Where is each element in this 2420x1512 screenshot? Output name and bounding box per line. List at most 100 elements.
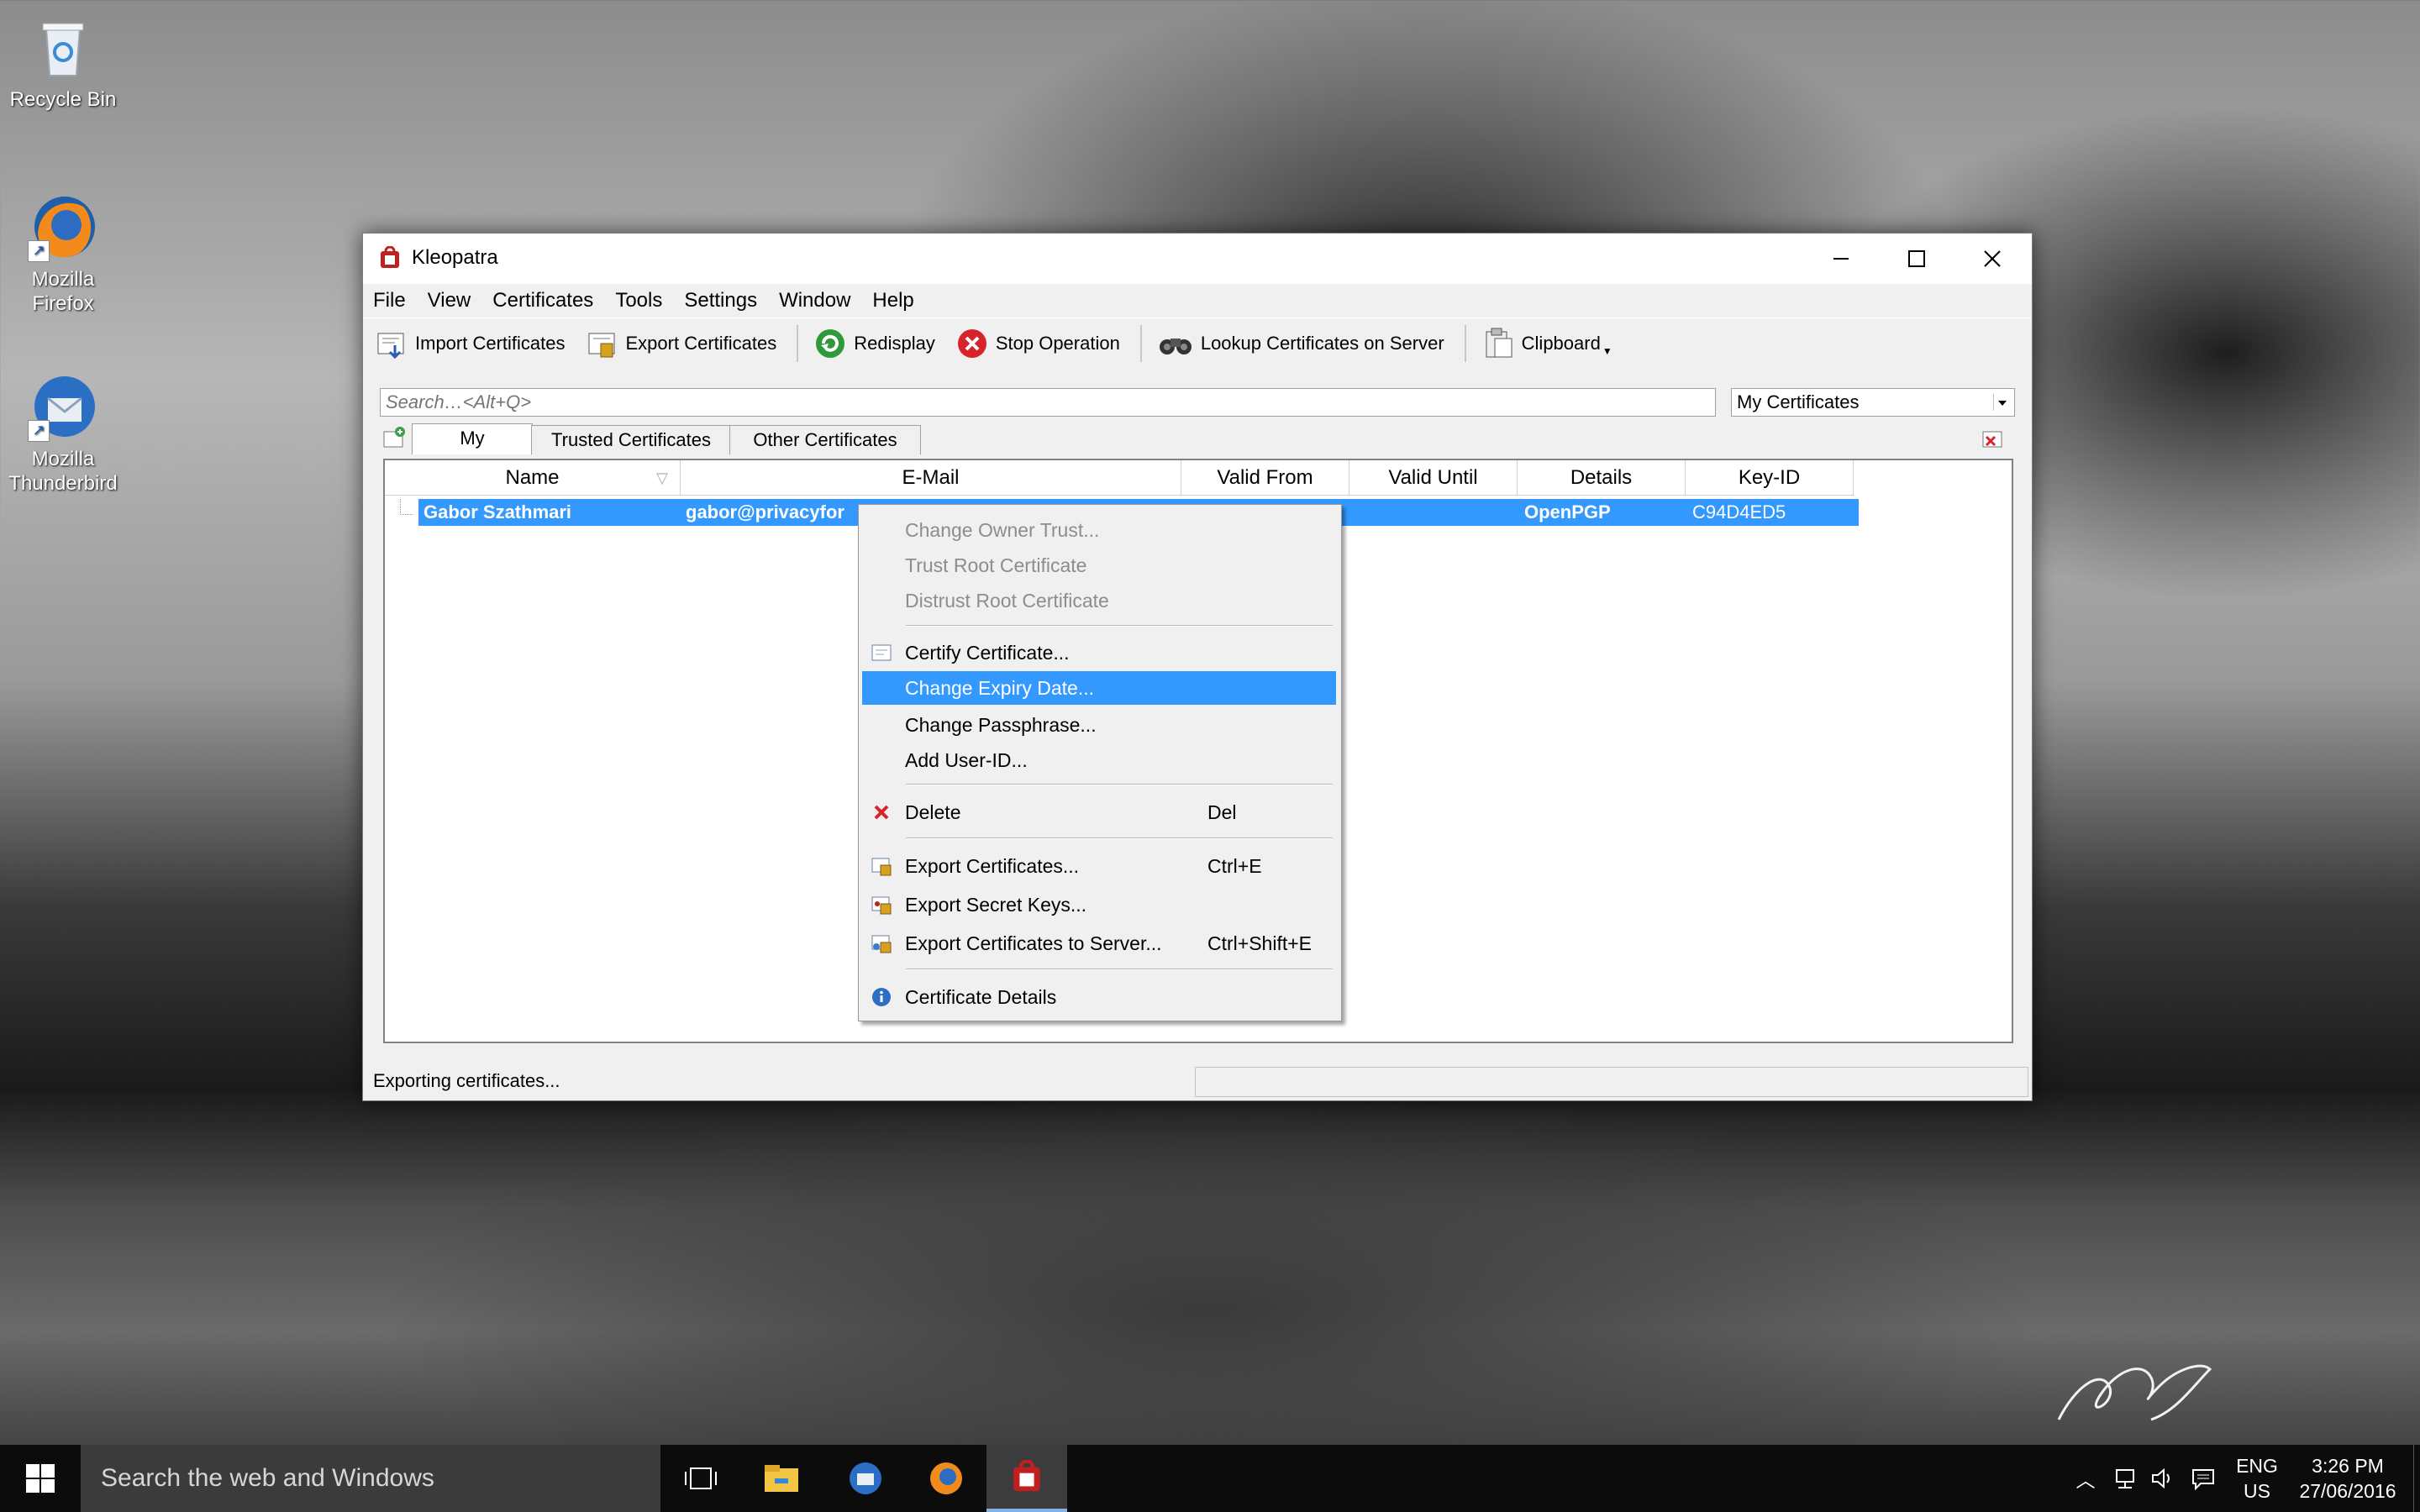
chevron-up-icon: ︿: [2075, 1469, 2096, 1491]
tab-trusted-certificates[interactable]: Trusted Certificates: [531, 425, 731, 454]
new-tab-button[interactable]: [381, 425, 407, 450]
close-button[interactable]: [1954, 234, 2030, 284]
maximize-button[interactable]: [1879, 234, 1954, 284]
menu-tools[interactable]: Tools: [615, 289, 662, 312]
photographer-signature: [2057, 1364, 2212, 1421]
menu-certificates[interactable]: Certificates: [492, 289, 593, 312]
menu-view[interactable]: View: [428, 289, 471, 312]
input-language-button[interactable]: ENG US: [2228, 1445, 2286, 1512]
progress-bar: [1195, 1067, 2028, 1097]
certificate-filter-select[interactable]: My Certificates: [1731, 388, 2015, 417]
export-certificates-icon: [588, 333, 614, 358]
menu-item-change-owner-trust[interactable]: Change Owner Trust...: [862, 513, 1336, 547]
shortcut-arrow-icon: ↗: [28, 420, 50, 442]
minimize-icon: [1833, 258, 1849, 260]
cell-valid-until: [1355, 499, 1514, 526]
recycle-bin-label: Recycle Bin: [9, 88, 117, 111]
menu-window[interactable]: Window: [779, 289, 850, 312]
clock-button[interactable]: 3:26 PM 27/06/2016: [2291, 1445, 2405, 1512]
menu-item-export-certificates[interactable]: Export Certificates... Ctrl+E: [862, 849, 1336, 883]
menu-item-export-secret-keys[interactable]: Export Secret Keys...: [862, 888, 1336, 921]
menu-file[interactable]: File: [373, 289, 406, 312]
menu-item-label: Export Certificates...: [905, 855, 1080, 877]
file-explorer-button[interactable]: [741, 1445, 822, 1512]
menu-item-change-expiry-date[interactable]: Change Expiry Date...: [862, 671, 1336, 705]
toolbar-separator: [1464, 325, 1466, 362]
column-header-valid-from[interactable]: Valid From: [1181, 460, 1349, 496]
lookup-certificates-button[interactable]: Lookup Certificates on Server: [1157, 327, 1444, 360]
menu-item-certify-certificate[interactable]: Certify Certificate...: [862, 636, 1336, 669]
dropdown-arrow-icon[interactable]: ▼: [1602, 345, 1612, 357]
search-row: My Certificates: [380, 388, 2017, 422]
menu-item-shortcut: Del: [1207, 801, 1237, 823]
export-to-server-icon: [871, 935, 892, 953]
region-label: US: [2244, 1480, 2270, 1502]
menu-item-delete[interactable]: Delete Del: [862, 795, 1336, 829]
menu-item-change-passphrase[interactable]: Change Passphrase...: [862, 708, 1336, 742]
clock-date: 27/06/2016: [2299, 1480, 2396, 1502]
stop-icon: [957, 329, 986, 358]
column-header-details[interactable]: Details: [1518, 460, 1686, 496]
menu-settings[interactable]: Settings: [684, 289, 757, 312]
menu-bar: File View Certificates Tools Settings Wi…: [363, 284, 2032, 318]
column-header-email[interactable]: E-Mail: [681, 460, 1181, 496]
menu-item-certificate-details[interactable]: Certificate Details: [862, 980, 1336, 1014]
clock-time: 3:26 PM: [2312, 1455, 2384, 1477]
delete-icon: [874, 805, 889, 820]
context-menu: Change Owner Trust... Trust Root Certifi…: [858, 504, 1342, 1021]
tab-my-certificates[interactable]: My Certificates: [412, 423, 533, 477]
action-center-button[interactable]: [2185, 1445, 2222, 1512]
firefox-desktop-icon[interactable]: ↗ Mozilla Firefox: [0, 192, 126, 316]
export-certificates-button[interactable]: Export Certificates: [586, 327, 776, 360]
kleopatra-taskbar-button[interactable]: [986, 1445, 1067, 1512]
clipboard-button[interactable]: Clipboard ▼: [1481, 327, 1612, 360]
volume-button[interactable]: [2144, 1445, 2181, 1512]
window-title: Kleopatra: [412, 246, 498, 269]
menu-item-label: Export Certificates to Server...: [905, 932, 1162, 954]
close-icon: [1984, 250, 2001, 267]
tab-other-certificates[interactable]: Other Certificates: [729, 425, 921, 454]
column-label: Valid From: [1217, 466, 1313, 489]
shortcut-arrow-icon: ↗: [28, 240, 50, 262]
minimize-button[interactable]: [1803, 234, 1879, 284]
export-certificates-icon: [871, 858, 892, 876]
network-icon: [2116, 1469, 2134, 1488]
menu-item-label: Export Secret Keys...: [905, 894, 1087, 916]
menu-item-trust-root[interactable]: Trust Root Certificate: [862, 549, 1336, 582]
thunderbird-desktop-icon[interactable]: ↗ Mozilla Thunderbird: [0, 371, 126, 496]
close-tab-button[interactable]: [1980, 427, 2005, 450]
menu-item-add-user-id[interactable]: Add User-ID...: [862, 743, 1336, 777]
import-certificates-button[interactable]: Import Certificates: [375, 327, 566, 360]
show-hidden-icons-button[interactable]: ︿: [2067, 1445, 2104, 1512]
recycle-bin-desktop-icon[interactable]: Recycle Bin: [0, 12, 126, 112]
title-bar[interactable]: Kleopatra: [363, 234, 2032, 284]
show-desktop-button[interactable]: [2413, 1445, 2420, 1512]
column-header-valid-until[interactable]: Valid Until: [1349, 460, 1518, 496]
menu-item-distrust-root[interactable]: Distrust Root Certificate: [862, 584, 1336, 617]
firefox-taskbar-button[interactable]: [906, 1445, 986, 1512]
redisplay-button[interactable]: Redisplay: [813, 327, 935, 360]
menu-item-label: Change Expiry Date...: [905, 677, 1095, 699]
language-label: ENG: [2236, 1455, 2278, 1477]
menu-separator: [906, 625, 1333, 627]
menu-item-export-to-server[interactable]: Export Certificates to Server... Ctrl+Sh…: [862, 927, 1336, 960]
stop-operation-button[interactable]: Stop Operation: [955, 327, 1120, 360]
taskbar-search-box[interactable]: Search the web and Windows: [81, 1445, 660, 1512]
column-header-name[interactable]: Name ▽: [385, 460, 681, 496]
redisplay-label: Redisplay: [854, 333, 935, 354]
search-input[interactable]: [380, 388, 1716, 417]
thunderbird-taskbar-button[interactable]: [825, 1445, 906, 1512]
start-button[interactable]: [0, 1445, 81, 1512]
column-label: Key-ID: [1738, 466, 1801, 489]
kleopatra-app-icon: [381, 246, 399, 268]
lookup-certificates-label: Lookup Certificates on Server: [1200, 333, 1444, 354]
info-icon: [872, 988, 891, 1006]
menu-help[interactable]: Help: [872, 289, 913, 312]
task-view-button[interactable]: [660, 1445, 741, 1512]
status-message: Exporting certificates...: [373, 1070, 560, 1091]
column-header-key-id[interactable]: Key-ID: [1686, 460, 1854, 496]
network-button[interactable]: [2106, 1445, 2143, 1512]
windows-logo-icon: [26, 1464, 55, 1493]
taskbar-search-placeholder: Search the web and Windows: [101, 1464, 434, 1492]
cell-key-id: C94D4ED5: [1692, 501, 1786, 522]
